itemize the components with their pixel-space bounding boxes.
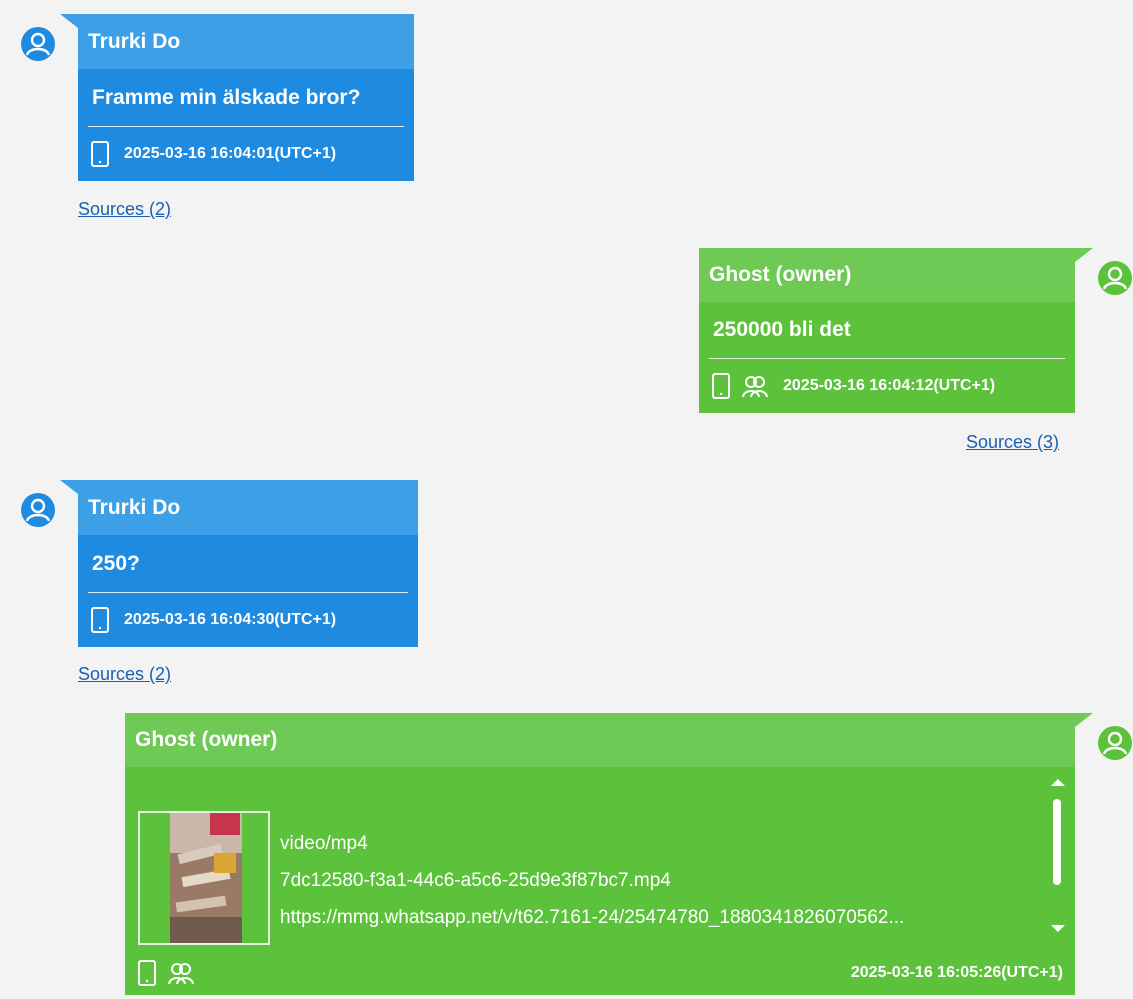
message-bubble[interactable]: Ghost (owner) 250000 bli det 2025-03-16 … <box>699 248 1075 413</box>
bubble-tail <box>60 14 78 28</box>
attachment-url[interactable]: https://mmg.whatsapp.net/v/t62.7161-24/2… <box>280 899 904 936</box>
avatar <box>20 492 56 528</box>
phone-icon <box>711 372 731 400</box>
user-avatar-icon <box>1098 261 1132 295</box>
sources-link[interactable]: Sources (2) <box>78 199 171 220</box>
phone-icon <box>90 140 110 168</box>
message-text: 250? <box>92 551 140 575</box>
timestamp: 2025-03-16 16:04:12(UTC+1) <box>783 377 996 394</box>
avatar <box>20 26 56 62</box>
group-icon <box>167 960 195 986</box>
bubble-tail <box>1075 713 1093 727</box>
sender-name: Ghost (owner) <box>125 713 1075 767</box>
avatar <box>1097 260 1133 296</box>
user-avatar-icon <box>21 493 55 527</box>
message-footer: 2025-03-16 16:05:26(UTC+1) <box>125 955 1075 991</box>
sender-name: Trurki Do <box>78 480 418 535</box>
timestamp: 2025-03-16 16:04:30(UTC+1) <box>124 611 337 628</box>
avatar <box>1097 725 1133 761</box>
message-text: 250000 bli det <box>713 318 851 341</box>
message-footer: 2025-03-16 16:04:12(UTC+1) <box>699 359 1075 413</box>
video-preview-image <box>140 813 268 943</box>
timestamp: 2025-03-16 16:04:01(UTC+1) <box>124 145 337 162</box>
attachment-mime: video/mp4 <box>280 833 368 854</box>
bubble-tail <box>60 480 78 494</box>
attachment-filename: 7dc12580-f3a1-44c6-a5c6-25d9e3f87bc7.mp4 <box>280 870 671 891</box>
phone-icon <box>137 959 157 987</box>
timestamp: 2025-03-16 16:05:26(UTC+1) <box>850 964 1063 981</box>
message-text: Framme min älskade bror? <box>92 85 361 109</box>
message-footer: 2025-03-16 16:04:30(UTC+1) <box>78 593 418 647</box>
scroll-up-arrow-icon[interactable] <box>1051 779 1065 786</box>
bubble-tail <box>1075 248 1093 262</box>
user-avatar-icon <box>21 27 55 61</box>
group-icon <box>741 373 769 399</box>
sources-link[interactable]: Sources (3) <box>966 432 1059 453</box>
message-footer: 2025-03-16 16:04:01(UTC+1) <box>78 127 414 181</box>
scroll-thumb[interactable] <box>1053 799 1061 885</box>
phone-icon <box>90 606 110 634</box>
sender-name: Ghost (owner) <box>699 248 1075 302</box>
sources-link[interactable]: Sources (2) <box>78 664 171 685</box>
sender-name: Trurki Do <box>78 14 414 69</box>
video-thumbnail[interactable] <box>138 811 270 945</box>
user-avatar-icon <box>1098 726 1132 760</box>
message-bubble[interactable]: Trurki Do Framme min älskade bror? 2025-… <box>78 14 414 181</box>
attachment-info: video/mp4 7dc12580-f3a1-44c6-a5c6-25d9e3… <box>280 825 904 936</box>
message-bubble[interactable]: Trurki Do 250? 2025-03-16 16:04:30(UTC+1… <box>78 480 418 647</box>
attachment-scrollbar[interactable] <box>1050 779 1066 939</box>
message-bubble[interactable]: Ghost (owner) video/mp4 7dc12580-f3a1-44… <box>125 713 1075 995</box>
scroll-down-arrow-icon[interactable] <box>1051 925 1065 932</box>
